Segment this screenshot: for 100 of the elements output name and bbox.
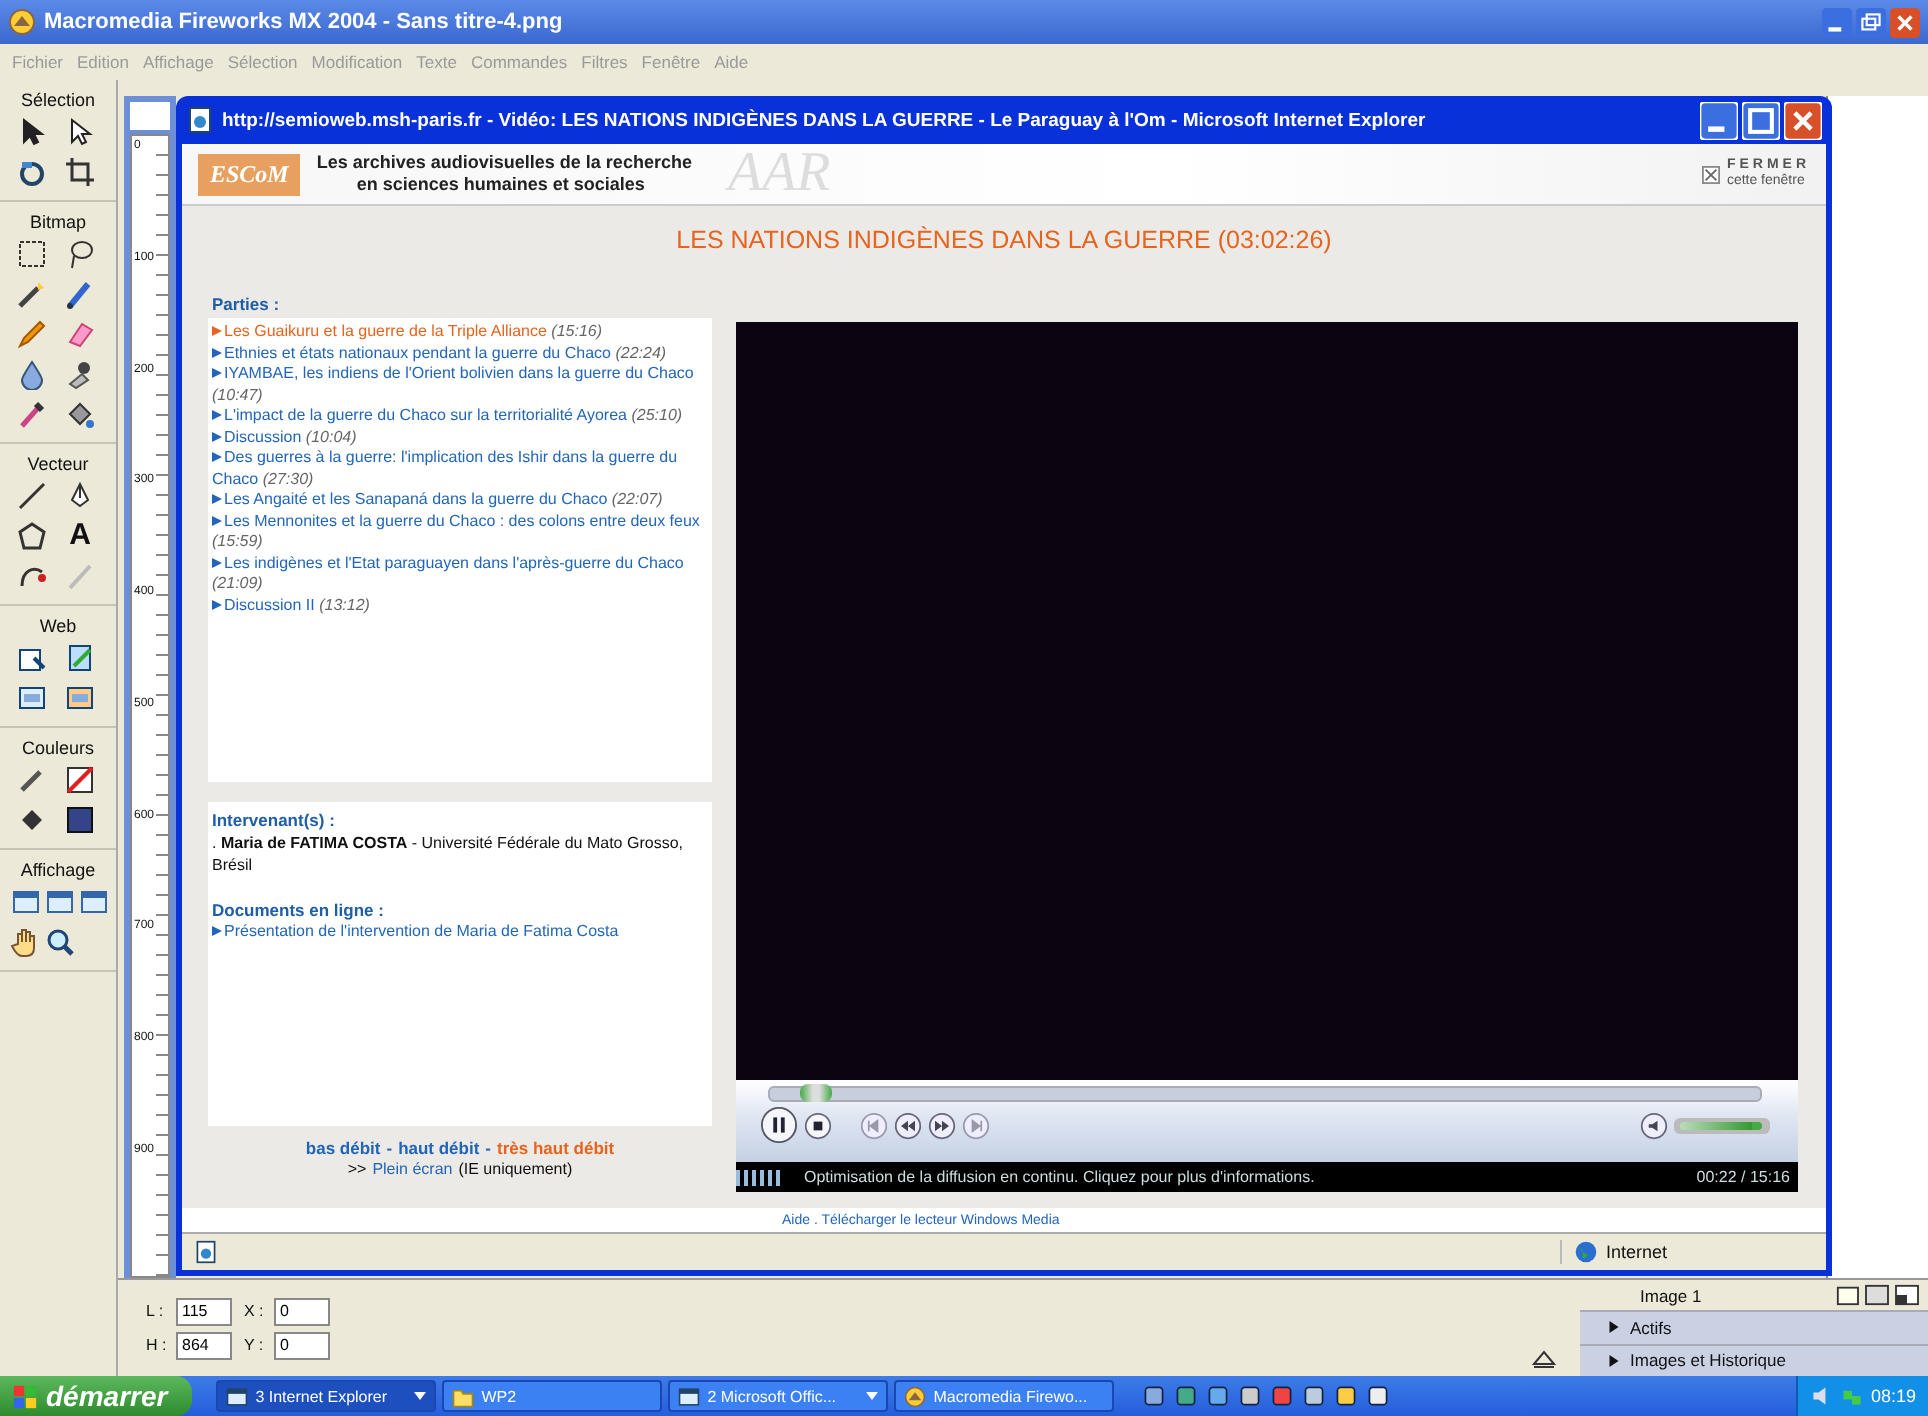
part-link[interactable]: Les Guaikuru et la guerre de la Triple Alliance (15:16) — [212, 322, 708, 343]
tray-app-icon[interactable] — [1333, 1384, 1358, 1408]
stamp-icon[interactable] — [64, 358, 96, 390]
frame-icon[interactable] — [1894, 1284, 1920, 1307]
polygon-icon[interactable] — [16, 520, 48, 552]
arrows-text: >> — [347, 1160, 367, 1178]
panel-header[interactable]: Actifs — [1580, 1310, 1928, 1344]
close-icon[interactable] — [1784, 101, 1822, 139]
section-heading: Parties : — [210, 292, 282, 318]
panel-title: Images et Historique — [1630, 1350, 1786, 1371]
crop-icon[interactable] — [64, 156, 96, 188]
bullet-icon — [212, 347, 222, 358]
part-link[interactable]: IYAMBAE, les indiens de l'Orient bolivien dans la guerre du Chaco (10:47) — [212, 364, 708, 406]
bitrate-link[interactable]: haut débit — [398, 1138, 480, 1158]
brush-icon[interactable] — [64, 278, 96, 310]
stroke-swatch-icon[interactable] — [64, 764, 96, 796]
taskbar-button[interactable]: WP2 — [441, 1380, 662, 1412]
view-icon[interactable] — [64, 682, 96, 714]
part-link[interactable]: Les Angaité et les Sanapaná dans la guerre du Chaco (22:07) — [212, 490, 708, 511]
drop-icon[interactable] — [16, 358, 48, 390]
tray-app-icon[interactable] — [1173, 1384, 1198, 1408]
section-label: Bitmap — [29, 212, 86, 232]
section-heading: Intervenant(s) : — [212, 808, 337, 832]
tray-app-icon[interactable] — [1365, 1384, 1390, 1408]
scale-icon[interactable] — [16, 156, 48, 188]
window-icon — [225, 1385, 248, 1407]
site-tagline: Les archives audiovisuelles de la recherche — [316, 152, 692, 174]
magic-wand-icon[interactable] — [16, 278, 48, 310]
tray-app-icon[interactable] — [1205, 1384, 1230, 1408]
bullet-icon — [212, 410, 222, 421]
tray-app-icon[interactable] — [1141, 1384, 1166, 1408]
zoom-icon[interactable] — [43, 926, 75, 958]
fill-swatch-icon[interactable] — [64, 804, 96, 836]
logo: ESCoM — [198, 153, 301, 195]
status-message: Optimisation de la diffusion en continu. Cliquez pour plus d'informations. — [804, 1168, 1315, 1186]
marquee-icon[interactable] — [16, 238, 48, 270]
paint-bucket-icon[interactable] — [64, 398, 96, 430]
window-icon — [677, 1385, 700, 1407]
caret-icon — [865, 1392, 878, 1400]
maximize-icon[interactable] — [1742, 101, 1780, 139]
volume-slider[interactable] — [1674, 1117, 1770, 1133]
minimize-icon[interactable] — [1822, 7, 1852, 37]
rewind-icon[interactable] — [894, 1111, 922, 1139]
start-button[interactable]: démarrer — [0, 1376, 192, 1416]
part-link[interactable]: Les indigènes et l'Etat paraguayen dans l'après-guerre du Chaco (21:09) — [212, 553, 708, 595]
eyedropper-icon[interactable] — [16, 398, 48, 430]
note-text: (IE uniquement) — [458, 1160, 573, 1178]
input-field[interactable]: 864 — [176, 1331, 232, 1359]
stop-icon[interactable] — [804, 1111, 832, 1139]
bullet-icon — [212, 926, 222, 937]
screen-mode-icon[interactable] — [77, 886, 109, 918]
text-tool-icon[interactable]: A — [64, 520, 96, 552]
app-icon — [8, 8, 36, 36]
bullet-icon — [212, 494, 222, 505]
screen-mode-icon[interactable] — [43, 886, 75, 918]
eraser-icon[interactable] — [64, 318, 96, 350]
expand-icon[interactable] — [1532, 1348, 1556, 1368]
input-field[interactable]: 0 — [274, 1331, 330, 1359]
taskbar-button[interactable]: 3 Internet Explorer — [215, 1380, 436, 1412]
seek-thumb[interactable] — [799, 1084, 832, 1102]
part-link[interactable]: Discussion (10:04) — [212, 427, 708, 448]
window-title: Macromedia Fireworks MX 2004 - Sans titre-4.png — [44, 10, 565, 34]
field-label: L : — [146, 1302, 166, 1320]
input-field[interactable]: 0 — [274, 1297, 330, 1325]
bullet-icon — [212, 557, 222, 568]
bullet-icon — [212, 515, 222, 526]
part-link[interactable]: Des guerres à la guerre: l'implication des Ishir dans la guerre du Chaco (27:30) — [212, 448, 708, 490]
restore-icon[interactable] — [1856, 7, 1886, 37]
fullscreen-link[interactable]: Plein écran — [372, 1160, 453, 1178]
slice-icon[interactable] — [64, 642, 96, 674]
document-link[interactable]: Présentation de l'intervention de Maria de Fatima Costa — [212, 922, 708, 943]
close-icon[interactable] — [1890, 7, 1920, 37]
bullet-icon — [212, 599, 222, 610]
part-link[interactable]: L'impact de la guerre du Chaco sur la territorialité Ayorea (25:10) — [212, 406, 708, 427]
screen-mode-icon[interactable] — [9, 886, 41, 918]
buffering-icon — [736, 1169, 784, 1185]
mute-icon[interactable] — [1640, 1111, 1668, 1139]
part-link[interactable]: Ethnies et états nationaux pendant la guerre du Chaco (22:24) — [212, 343, 708, 364]
hand-icon[interactable] — [9, 926, 41, 958]
fast-forward-icon[interactable] — [928, 1111, 956, 1139]
bitrate-link[interactable]: bas débit — [305, 1138, 381, 1158]
part-link[interactable]: Discussion II (13:12) — [212, 595, 708, 616]
tray-app-icon[interactable] — [1301, 1384, 1326, 1408]
separator: - — [485, 1138, 492, 1158]
input-field[interactable]: 115 — [176, 1297, 232, 1325]
folder-icon — [451, 1385, 474, 1407]
new-frame-icon[interactable] — [1834, 1284, 1860, 1307]
clock: 08:19 — [1870, 1386, 1916, 1406]
section-label: Web — [39, 616, 77, 636]
security-zone: Internet — [1606, 1242, 1668, 1262]
taskbar-button[interactable]: 2 Microsoft Offic... — [667, 1380, 888, 1412]
part-link[interactable]: Les Mennonites et la guerre du Chaco : des colons entre deux feux (15:59) — [212, 511, 708, 553]
tray-app-icon[interactable] — [1237, 1384, 1262, 1408]
frame-icon[interactable] — [1864, 1284, 1890, 1307]
view-icon[interactable] — [16, 682, 48, 714]
taskbar-button[interactable]: Macromedia Firewo... — [893, 1380, 1114, 1412]
pause-icon[interactable] — [760, 1106, 798, 1144]
minimize-icon[interactable] — [1700, 101, 1738, 139]
panel-header[interactable]: Images et Historique — [1580, 1343, 1928, 1376]
line-icon[interactable] — [16, 480, 48, 512]
